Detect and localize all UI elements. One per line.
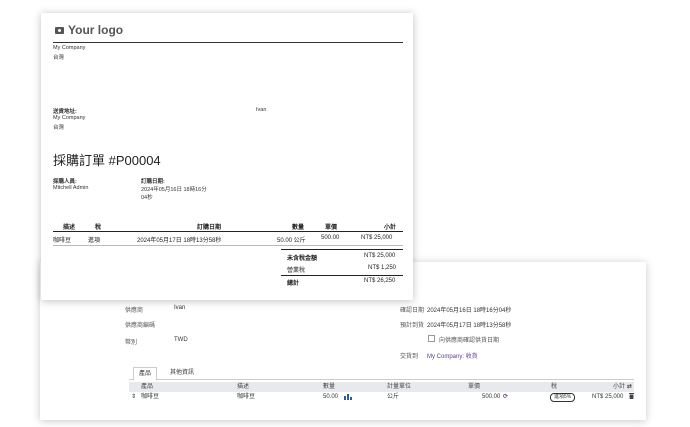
column-settings-icon[interactable]: ⇄ [627,382,632,392]
totals-top-divider [281,249,403,250]
tax-value: NT$ 1,250 [368,265,397,271]
currency-label: 幣別 [125,340,138,346]
company-logo: Your logo [55,23,123,37]
drag-handle-icon[interactable]: ⇕ [131,392,136,402]
col-product[interactable]: 產品 [141,382,153,392]
order-date-line1: 2024年05月16日 18時16分 [141,187,207,193]
tab-products[interactable]: 產品 [133,367,158,381]
col-uom[interactable]: 計量單位 [387,382,411,392]
col-unit-price[interactable]: 單價 [468,382,480,392]
row-product[interactable]: 咖啡豆 [141,392,159,402]
line-unit-price: 500.00 [321,235,340,241]
untaxed-value: NT$ 25,000 [364,253,396,259]
col-taxes: 稅 [95,225,102,231]
form-tabs: 產品 其他資訊 [129,367,634,381]
company-name: My Company [53,45,86,51]
buyer-value: Mitchell Admin [53,185,89,191]
buyer-label: 採購人員: [53,179,77,185]
trash-icon[interactable] [629,392,634,402]
line-amount: NT$ 25,000 [361,235,393,241]
col-quantity[interactable]: 數量 [323,382,335,392]
row-quantity[interactable]: 50.00 [323,392,338,402]
row-subtotal: NT$ 25,000 [592,394,624,400]
currency-field[interactable]: TWD [174,337,188,343]
shipping-address-label: 送貨地址: [53,109,77,115]
order-lines-header: 產品 描述 數量 計量單位 單價 稅 小計 ⇄ [129,382,634,392]
row-unit-price[interactable]: 500.00 [482,392,500,402]
page-title: 採購訂單 #P00004 [53,153,161,168]
forecast-chart-icon[interactable] [344,392,352,402]
price-history-icon[interactable]: ⟳ [503,392,508,402]
header-divider [53,42,403,43]
vendor-label: 供應商 [125,308,144,314]
confirm-date-label: 確認日期 [400,308,425,314]
line-divider [53,245,403,246]
ask-confirm-label: 向供應商確認供貨日期 [439,338,500,344]
table-row[interactable]: ⇕ 咖啡豆 咖啡豆 50.00 公斤 500.00 ⟳ 進項5% NT$ 25,… [129,392,634,402]
table-header-divider [53,231,403,232]
row-uom[interactable]: 公斤 [387,392,399,402]
purchase-order-report: Your logo My Company 台灣 送貨地址: My Company… [41,13,413,300]
vendor-ref-label: 供應商編碼 [125,323,156,329]
untaxed-label: 未含稅金額 [287,256,318,262]
line-description: 咖啡豆 [53,238,72,244]
line-quantity: 50.00 公斤 [277,238,306,244]
line-date: 2024年05月17日 18時13分58秒 [137,238,222,244]
order-date-line2: 04秒 [141,195,153,201]
col-taxes[interactable]: 稅 [551,382,557,392]
expected-arrival-field[interactable]: 2024年05月17日 18時13分58秒 [427,320,511,329]
shipping-company: My Company [53,115,86,121]
company-country: 台灣 [53,55,65,61]
order-date-label: 訂購日期: [141,179,165,185]
row-tax-badge[interactable]: 進項5% [550,393,576,402]
tab-other-info[interactable]: 其他資訊 [165,367,199,379]
tax-label: 營業稅 [287,268,306,274]
col-unit-price: 單價 [325,225,338,231]
totals-bottom-divider [281,275,403,276]
deliver-to-label: 交貨到 [400,354,419,360]
col-quantity: 數量 [292,225,305,231]
total-label: 總計 [287,281,300,287]
ask-confirm-checkbox[interactable] [428,335,435,342]
vendor-name: Ivan [256,107,267,113]
expected-arrival-label: 預計到貨 [400,323,425,329]
total-value: NT$ 26,250 [364,278,396,284]
confirm-date-field[interactable]: 2024年05月16日 18時16分04秒 [427,305,511,314]
shipping-country: 台灣 [53,125,65,131]
line-taxes: 進項 [88,238,101,244]
col-date: 訂購日期 [197,225,222,231]
camera-icon [55,27,64,34]
deliver-to-field[interactable]: My Company: 收貨 [427,351,478,360]
vendor-field[interactable]: Ivan [174,305,185,311]
col-description[interactable]: 描述 [237,382,249,392]
col-description: 描述 [63,225,76,231]
col-subtotal[interactable]: 小計 [613,382,625,392]
col-amount: 小計 [384,225,397,231]
row-description[interactable]: 咖啡豆 [237,392,255,402]
